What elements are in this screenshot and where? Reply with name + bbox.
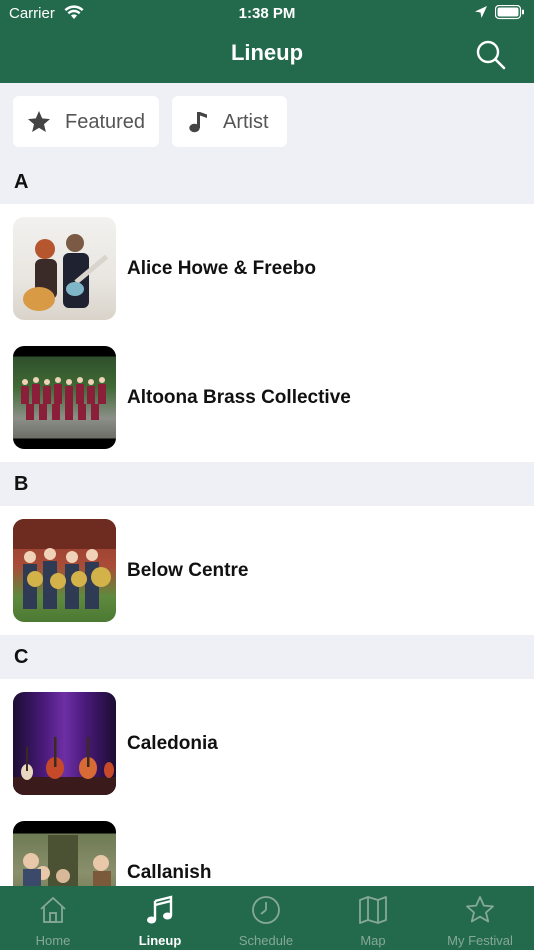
artist-filter-button[interactable]: Artist: [172, 96, 287, 147]
tab-lineup-label: Lineup: [138, 933, 182, 948]
artist-name: Altoona Brass Collective: [127, 387, 351, 408]
artist-photo: [13, 692, 116, 795]
tab-lineup[interactable]: Lineup: [107, 886, 213, 950]
tab-map-label: Map: [360, 933, 386, 948]
featured-filter-label: Featured: [65, 111, 146, 133]
home-icon: [0, 894, 106, 926]
app-header: Carrier 1:38 PM Lineup: [0, 0, 534, 83]
tab-home[interactable]: Home: [0, 886, 106, 950]
tab-home-label: Home: [35, 933, 71, 948]
list-item[interactable]: Below Centre: [0, 506, 534, 635]
map-icon: [320, 894, 426, 926]
clock-icon: [213, 894, 319, 926]
artist-filter-label: Artist: [223, 111, 269, 133]
tab-schedule[interactable]: Schedule: [213, 886, 319, 950]
star-icon: [26, 109, 52, 140]
list-item[interactable]: Caledonia: [0, 679, 534, 808]
artist-photo: [13, 217, 116, 320]
artist-name: Below Centre: [127, 560, 249, 581]
list-item[interactable]: Callanish: [0, 808, 534, 886]
section-header-c: C: [0, 635, 534, 679]
list-item[interactable]: Altoona Brass Collective: [0, 333, 534, 462]
tab-my-festival[interactable]: My Festival: [427, 886, 533, 950]
filter-bar: Featured Artist: [0, 83, 534, 160]
artist-name: Alice Howe & Freebo: [127, 258, 316, 279]
artist-name: Callanish: [127, 862, 212, 883]
music-note-icon: [185, 109, 211, 140]
page-title: Lineup: [230, 40, 304, 65]
featured-filter-button[interactable]: Featured: [13, 96, 159, 147]
artist-photo: [13, 519, 116, 622]
tab-bar: Home Lineup Schedule Map My Festival: [0, 886, 534, 950]
lineup-list[interactable]: A Alice Howe & Freebo Altoona Brass Coll…: [0, 160, 534, 886]
artist-photo: [13, 346, 116, 449]
list-item[interactable]: Alice Howe & Freebo: [0, 204, 534, 333]
tab-schedule-label: Schedule: [238, 933, 294, 948]
clock-time: 1:38 PM: [238, 5, 296, 22]
battery-icon: [494, 4, 525, 25]
tab-my-festival-label: My Festival: [447, 933, 513, 948]
section-header-a: A: [0, 160, 534, 204]
search-icon: [474, 40, 508, 76]
location-arrow-icon: [474, 5, 488, 24]
star-outline-icon: [427, 894, 533, 926]
status-bar: Carrier 1:38 PM: [0, 0, 534, 28]
music-notes-icon: [107, 894, 213, 926]
artist-photo: [13, 821, 116, 886]
search-button[interactable]: [474, 38, 508, 72]
tab-map[interactable]: Map: [320, 886, 426, 950]
artist-name: Caledonia: [127, 733, 218, 754]
section-header-b: B: [0, 462, 534, 506]
